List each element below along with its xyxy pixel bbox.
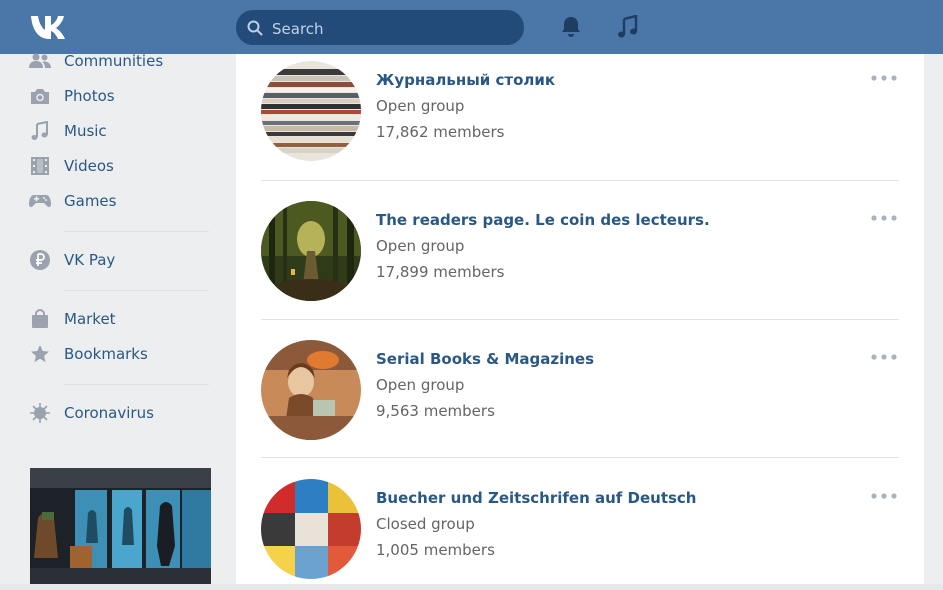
ruble-icon [28,248,52,272]
sidebar-item-label: Communities [64,52,164,70]
camera-icon [28,84,52,108]
list-item[interactable]: Журнальный столик Open group 17,862 memb… [261,54,899,181]
bell-icon[interactable] [560,15,582,39]
row-divider [261,180,899,181]
sidebar-item-games[interactable]: Games [28,187,228,215]
more-options-icon[interactable] [869,350,899,364]
group-type: Closed group [376,515,475,533]
group-avatar[interactable] [261,61,361,161]
group-avatar[interactable] [261,201,361,301]
list-item[interactable]: Serial Books & Magazines Open group 9,56… [261,333,899,458]
sidebar-separator [64,384,209,385]
search-box[interactable] [236,10,524,47]
sidebar-item-vk-pay[interactable]: VK Pay [28,246,228,274]
row-divider [261,319,899,320]
sidebar-item-communities[interactable]: Communities [28,47,228,75]
sidebar-item-coronavirus[interactable]: Coronavirus [28,399,228,427]
sidebar-item-label: VK Pay [64,251,116,269]
top-header [0,0,943,54]
groups-list: Журнальный столик Open group 17,862 memb… [236,54,924,584]
row-divider [261,457,899,458]
sidebar-item-label: Music [64,122,107,140]
search-icon [247,20,263,36]
sidebar-item-bookmarks[interactable]: Bookmarks [28,340,228,368]
group-members-count: 17,899 members [376,263,505,281]
music-note-icon[interactable] [617,15,639,39]
sidebar-item-label: Market [64,310,116,328]
more-options-icon[interactable] [869,71,899,85]
sidebar-item-label: Photos [64,87,115,105]
group-members-count: 17,862 members [376,123,505,141]
sidebar-item-photos[interactable]: Photos [28,82,228,110]
group-type: Open group [376,237,465,255]
sidebar-separator [64,231,209,232]
sidebar-item-music[interactable]: Music [28,117,228,145]
group-name-link[interactable]: Buecher und Zeitschrifen auf Deutsch [376,489,697,507]
group-avatar[interactable] [261,479,361,579]
vk-logo-icon[interactable] [30,14,72,40]
list-item[interactable]: The readers page. Le coin des lecteurs. … [261,194,899,320]
sidebar-promo-image[interactable] [30,468,211,584]
more-options-icon[interactable] [869,211,899,225]
gamepad-icon [28,189,52,213]
more-options-icon[interactable] [869,489,899,503]
group-type: Open group [376,376,465,394]
group-name-link[interactable]: The readers page. Le coin des lecteurs. [376,211,710,229]
sidebar-item-label: Games [64,192,117,210]
sidebar-item-market[interactable]: Market [28,305,228,333]
sidebar-item-videos[interactable]: Videos [28,152,228,180]
group-avatar[interactable] [261,340,361,440]
sidebar-item-label: Videos [64,157,114,175]
group-members-count: 1,005 members [376,541,495,559]
bag-icon [28,307,52,331]
sidebar-item-label: Bookmarks [64,345,148,363]
search-input[interactable] [270,10,514,47]
sidebar-item-label: Coronavirus [64,404,154,422]
bottom-edge [0,584,943,590]
music-icon [28,119,52,143]
users-icon [28,49,52,73]
list-item[interactable]: Buecher und Zeitschrifen auf Deutsch Clo… [261,472,899,584]
group-members-count: 9,563 members [376,402,495,420]
star-icon [28,342,52,366]
sidebar-separator [64,290,209,291]
group-name-link[interactable]: Serial Books & Magazines [376,350,594,368]
film-icon [28,154,52,178]
virus-icon [28,401,52,425]
group-name-link[interactable]: Журнальный столик [376,71,555,89]
group-type: Open group [376,97,465,115]
